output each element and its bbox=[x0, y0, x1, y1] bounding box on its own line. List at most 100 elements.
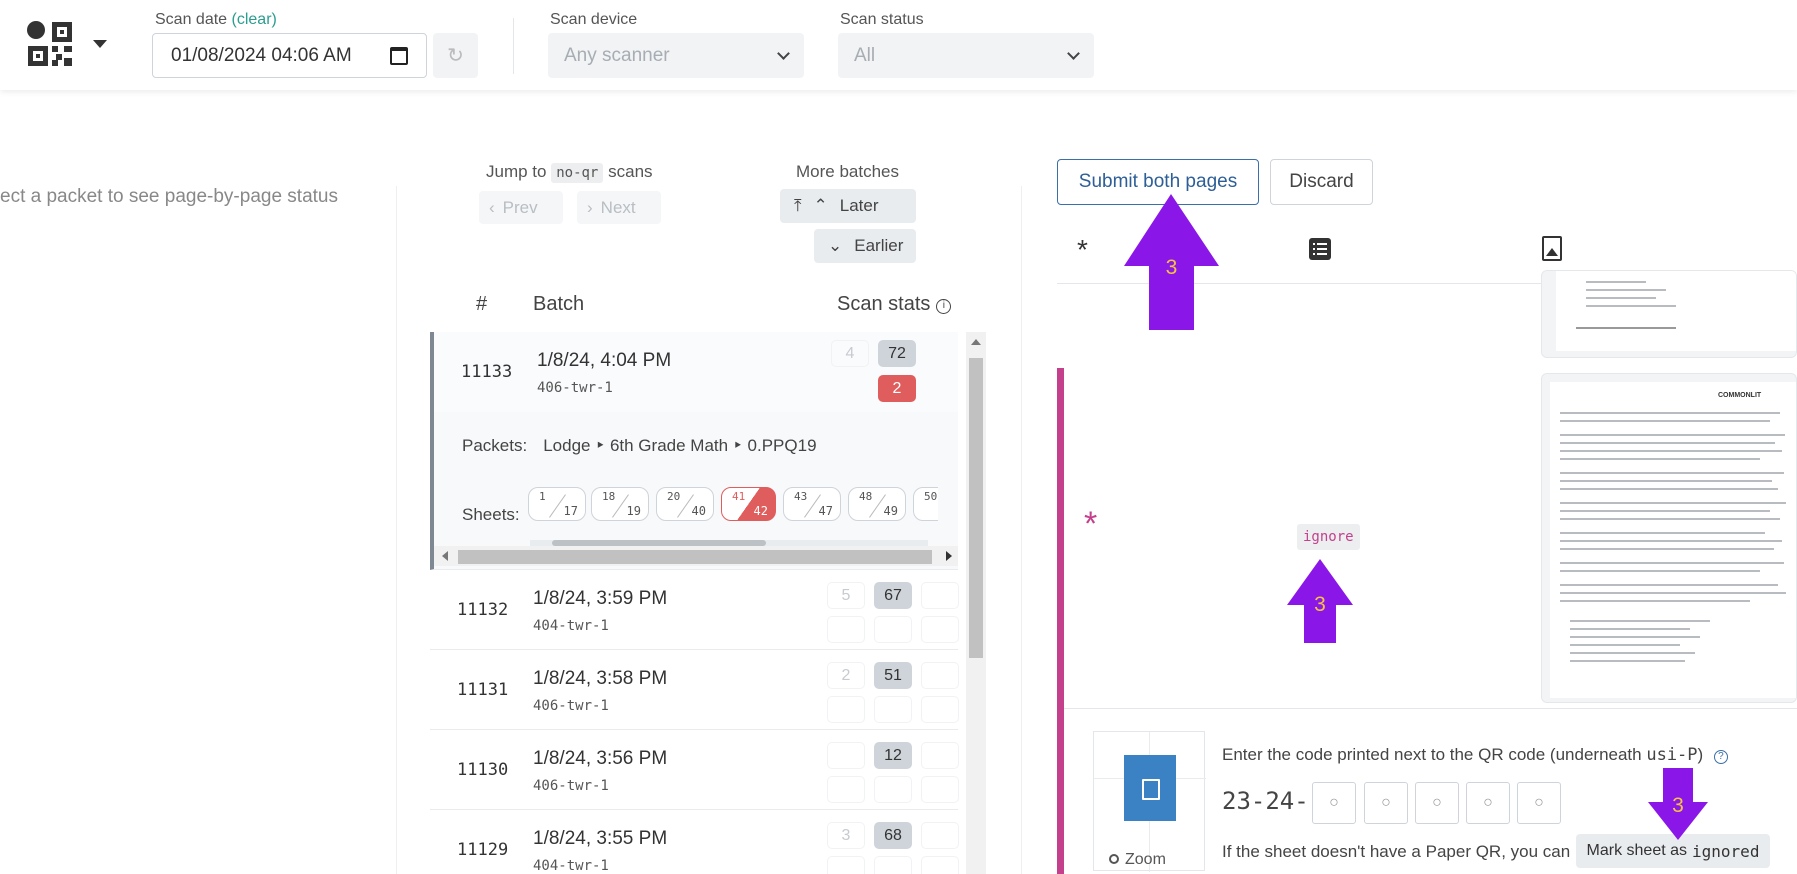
sheet-chip[interactable]: 48 49 bbox=[848, 487, 906, 521]
scan-device-value: Any scanner bbox=[564, 44, 670, 66]
calendar-icon[interactable] bbox=[390, 46, 408, 65]
zoom-button[interactable]: Zoom bbox=[1109, 851, 1166, 869]
required-asterisk: * bbox=[1084, 505, 1098, 543]
earlier-button[interactable]: ⌄ Earlier bbox=[814, 229, 916, 263]
batch-row[interactable]: 11129 1/8/24, 3:55 PM 404-twr-1 3 68 bbox=[430, 810, 959, 874]
chevron-up-icon: ⌃ bbox=[813, 196, 828, 215]
sheet-chip[interactable]: 18 19 bbox=[591, 487, 649, 521]
col-header-num: # bbox=[476, 293, 488, 315]
sheet-chip[interactable]: 43 47 bbox=[783, 487, 841, 521]
packets-line: Packets: Lodge ‣ 6th Grade Math ‣ 0.PPQ19 bbox=[462, 436, 817, 455]
batch-date: 1/8/24, 3:58 PM bbox=[533, 668, 668, 689]
code-digit-input[interactable]: ○ bbox=[1312, 782, 1356, 824]
top-toolbar: Scan date (clear) 01/08/2024 04:06 AM ↻ … bbox=[0, 0, 1797, 90]
qr-logo-icon[interactable] bbox=[26, 20, 74, 68]
stat-pending bbox=[827, 742, 865, 769]
sheet-chip[interactable]: 50 bbox=[913, 487, 938, 521]
next-button[interactable]: › Next bbox=[577, 191, 661, 224]
batch-row-head[interactable]: 11133 1/8/24, 4:04 PM 406-twr-1 4 72 2 bbox=[434, 332, 958, 412]
info-icon[interactable]: i bbox=[936, 299, 952, 314]
stat-total[interactable]: 72 bbox=[878, 340, 916, 367]
no-qr-text: If the sheet doesn't have a Paper QR, yo… bbox=[1222, 842, 1571, 861]
discard-button[interactable]: Discard bbox=[1270, 159, 1373, 205]
stat-total[interactable]: 12 bbox=[874, 742, 912, 769]
batch-date: 1/8/24, 3:56 PM bbox=[533, 748, 668, 769]
stat-empty bbox=[921, 662, 959, 689]
stat-empty bbox=[921, 776, 959, 803]
stat-total[interactable]: 51 bbox=[874, 662, 912, 689]
code-digit-input[interactable]: ○ bbox=[1415, 782, 1459, 824]
packet-link[interactable]: Lodge ‣ 6th Grade Math ‣ 0.PPQ19 bbox=[543, 436, 816, 455]
stat-empty bbox=[827, 776, 865, 803]
page-thumbnail[interactable]: COMMONLIT bbox=[1541, 373, 1797, 703]
stat-empty bbox=[921, 616, 959, 643]
scan-device-select[interactable]: Any scanner bbox=[548, 33, 804, 78]
document-image-icon[interactable] bbox=[1124, 755, 1176, 821]
stat-empty bbox=[874, 696, 912, 723]
sheet-chips: 1 17 18 19 20 40 41 42 43 47 48 49 50 bbox=[528, 487, 938, 523]
packet-hint-text: ect a packet to see page-by-page status bbox=[0, 186, 338, 207]
stat-empty bbox=[827, 616, 865, 643]
stat-total[interactable]: 67 bbox=[874, 582, 912, 609]
horizontal-scrollbar[interactable] bbox=[434, 546, 958, 566]
scroll-right-icon[interactable] bbox=[946, 551, 952, 561]
menu-caret-icon[interactable] bbox=[93, 40, 107, 48]
panel-divider bbox=[396, 186, 397, 874]
page-thumbnail-top[interactable] bbox=[1541, 270, 1797, 358]
batch-date: 1/8/24, 3:59 PM bbox=[533, 588, 668, 609]
ignore-tag[interactable]: ignore bbox=[1297, 524, 1360, 550]
vertical-scrollbar[interactable] bbox=[966, 332, 986, 874]
batch-device: 406-twr-1 bbox=[537, 380, 613, 396]
batch-number: 11131 bbox=[457, 680, 509, 700]
stat-total[interactable]: 68 bbox=[874, 822, 912, 849]
later-button[interactable]: ⤒ ⌃ Later bbox=[780, 189, 916, 223]
scan-device-label: Scan device bbox=[550, 11, 638, 28]
code-digit-input[interactable]: ○ bbox=[1517, 782, 1561, 824]
stat-error[interactable]: 2 bbox=[878, 375, 916, 402]
batch-number: 11132 bbox=[457, 600, 509, 620]
card-divider bbox=[1064, 708, 1797, 709]
sheets-label: Sheets: bbox=[462, 505, 520, 524]
jump-to-top-icon[interactable]: ⤒ bbox=[794, 196, 802, 216]
batch-row[interactable]: 11131 1/8/24, 3:58 PM 406-twr-1 2 51 bbox=[430, 650, 959, 730]
scroll-up-icon[interactable] bbox=[971, 339, 981, 345]
list-icon[interactable] bbox=[1309, 238, 1331, 260]
batch-number: 11129 bbox=[457, 840, 509, 860]
stat-pending: 4 bbox=[831, 340, 869, 367]
scan-status-select[interactable]: All bbox=[838, 33, 1094, 78]
prev-button[interactable]: ‹ Prev bbox=[479, 191, 563, 224]
batch-row[interactable]: 11132 1/8/24, 3:59 PM 404-twr-1 5 67 bbox=[430, 570, 959, 650]
annotation-arrow-up: 3 bbox=[1287, 559, 1353, 643]
page-preview-box[interactable] bbox=[1093, 731, 1206, 872]
help-icon[interactable]: ? bbox=[1713, 750, 1728, 764]
chevron-down-icon bbox=[777, 46, 790, 60]
sheet-chip[interactable]: 20 40 bbox=[656, 487, 714, 521]
stat-empty bbox=[921, 582, 959, 609]
toolbar-divider bbox=[513, 18, 514, 74]
batch-row-expanded[interactable]: 11133 1/8/24, 4:04 PM 406-twr-1 4 72 2 P… bbox=[430, 332, 958, 570]
clear-date-link[interactable]: (clear) bbox=[232, 11, 277, 28]
batch-row[interactable]: 11130 1/8/24, 3:56 PM 406-twr-1 12 bbox=[430, 730, 959, 810]
tab-asterisk[interactable]: * bbox=[1077, 234, 1088, 266]
stat-empty bbox=[827, 696, 865, 723]
code-digit-input[interactable]: ○ bbox=[1466, 782, 1510, 824]
stat-pending: 2 bbox=[827, 662, 865, 689]
col-header-stats: Scan stats i bbox=[837, 293, 952, 316]
qr-code-instruction: Enter the code printed next to the QR co… bbox=[1222, 745, 1728, 765]
magnifier-icon bbox=[1109, 854, 1119, 864]
refresh-button[interactable]: ↻ bbox=[433, 33, 478, 78]
scroll-left-icon[interactable] bbox=[442, 551, 448, 561]
stat-empty bbox=[874, 616, 912, 643]
jump-to-label: Jump to no-qr scans bbox=[486, 162, 653, 183]
batch-device: 406-twr-1 bbox=[533, 778, 609, 794]
batch-number: 11133 bbox=[461, 362, 513, 382]
scan-date-input[interactable]: 01/08/2024 04:06 AM bbox=[152, 33, 427, 78]
image-file-icon[interactable] bbox=[1542, 236, 1562, 261]
col-header-batch: Batch bbox=[533, 293, 585, 315]
sheet-chip-error[interactable]: 41 42 bbox=[721, 487, 776, 521]
sheet-chip[interactable]: 1 17 bbox=[528, 487, 586, 521]
batch-number: 11130 bbox=[457, 760, 509, 780]
code-digit-input[interactable]: ○ bbox=[1364, 782, 1408, 824]
stat-empty bbox=[921, 742, 959, 769]
chevron-down-icon bbox=[1067, 46, 1080, 60]
